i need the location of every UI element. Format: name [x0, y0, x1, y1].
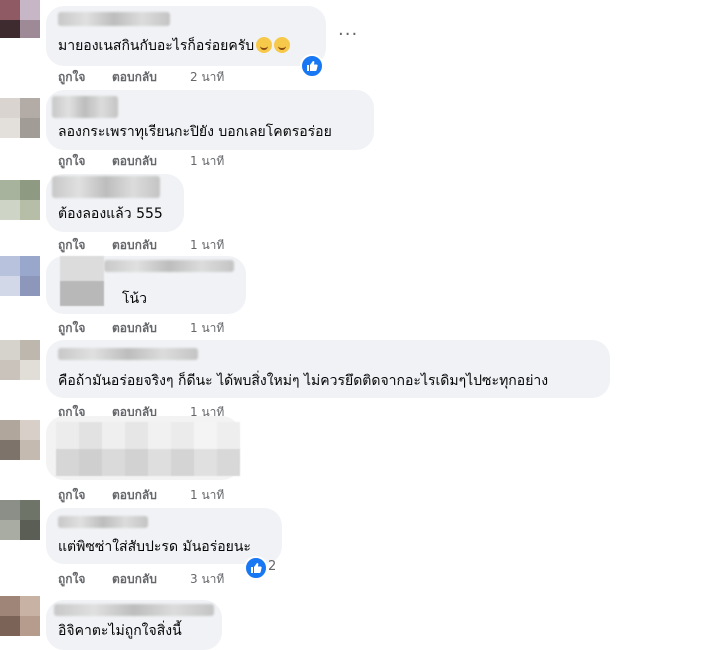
comment-bubble: แต่พิซซ่าใส่สับปะรด มันอร่อยนะ	[46, 508, 282, 564]
like-action[interactable]: ถูกใจ	[58, 570, 85, 589]
comment-bubble: คือถ้ามันอร่อยจริงๆ ก็ดีนะ ได้พบสิ่งใหม่…	[46, 340, 610, 398]
like-action[interactable]: ถูกใจ	[58, 319, 85, 338]
avatar[interactable]	[0, 420, 40, 460]
comment-bubble: ต้องลองแล้ว 555	[46, 174, 184, 232]
reply-action[interactable]: ตอบกลับ	[112, 570, 157, 589]
comment-time[interactable]: 1 นาที	[190, 152, 224, 171]
comment-text: โน้ว	[122, 291, 147, 307]
reaction-count[interactable]: 2	[268, 559, 276, 574]
blurred-content	[60, 256, 104, 306]
commenter-name[interactable]	[54, 604, 214, 616]
like-action[interactable]: ถูกใจ	[58, 152, 85, 171]
comment-text: ลองกระเพราทุเรียนกะปิยัง บอกเลยโคตรอร่อย	[58, 124, 332, 140]
avatar[interactable]	[0, 596, 40, 636]
comment-time[interactable]: 1 นาที	[190, 236, 224, 255]
comment-text: แต่พิซซ่าใส่สับปะรด มันอร่อยนะ	[58, 539, 251, 555]
comment-bubble: มายองเนสกินกับอะไรก็อร่อยครับ	[46, 6, 326, 78]
like-action[interactable]: ถูกใจ	[58, 486, 85, 505]
comment-time[interactable]: 3 นาที	[190, 570, 224, 589]
commenter-name[interactable]	[104, 260, 234, 272]
like-action[interactable]: ถูกใจ	[58, 236, 85, 255]
comment-time[interactable]: 2 นาที	[190, 68, 224, 87]
comment-time[interactable]: 1 นาที	[190, 319, 224, 338]
like-reaction-icon[interactable]	[244, 556, 268, 580]
like-reaction-icon[interactable]	[300, 54, 324, 78]
more-options-icon[interactable]: ···	[338, 24, 358, 45]
commenter-name[interactable]	[52, 176, 160, 198]
commenter-name[interactable]	[58, 348, 198, 360]
avatar[interactable]	[0, 340, 40, 380]
reply-action[interactable]: ตอบกลับ	[112, 319, 157, 338]
blurred-content	[56, 422, 240, 476]
commenter-name[interactable]	[58, 12, 170, 26]
comment-text: อิจิคาตะไม่ถูกใจสิ่งนี้	[58, 623, 182, 639]
commenter-name[interactable]	[52, 96, 118, 118]
avatar[interactable]	[0, 180, 40, 220]
comment-text: คือถ้ามันอร่อยจริงๆ ก็ดีนะ ได้พบสิ่งใหม่…	[58, 373, 549, 389]
avatar[interactable]	[0, 98, 40, 138]
avatar[interactable]	[0, 0, 40, 38]
comment-text: ต้องลองแล้ว 555	[58, 206, 163, 222]
commenter-name[interactable]	[58, 516, 148, 528]
reply-action[interactable]: ตอบกลับ	[112, 236, 157, 255]
comment-bubble	[46, 416, 240, 480]
comment-text: มายองเนสกินกับอะไรก็อร่อยครับ	[58, 38, 255, 54]
comment-bubble: อิจิคาตะไม่ถูกใจสิ่งนี้	[46, 600, 222, 650]
reply-action[interactable]: ตอบกลับ	[112, 68, 157, 87]
comment-bubble: ลองกระเพราทุเรียนกะปิยัง บอกเลยโคตรอร่อย	[46, 90, 374, 150]
avatar[interactable]	[0, 256, 40, 296]
comment-bubble: โน้ว	[46, 256, 246, 314]
comment-time[interactable]: 1 นาที	[190, 486, 224, 505]
reply-action[interactable]: ตอบกลับ	[112, 486, 157, 505]
comment-text-wrap: มายองเนสกินกับอะไรก็อร่อยครับ	[58, 37, 291, 55]
avatar[interactable]	[0, 500, 40, 540]
grinning-face-icon	[256, 37, 273, 53]
reply-action[interactable]: ตอบกลับ	[112, 152, 157, 171]
grinning-face-icon	[274, 37, 291, 53]
like-action[interactable]: ถูกใจ	[58, 68, 85, 87]
